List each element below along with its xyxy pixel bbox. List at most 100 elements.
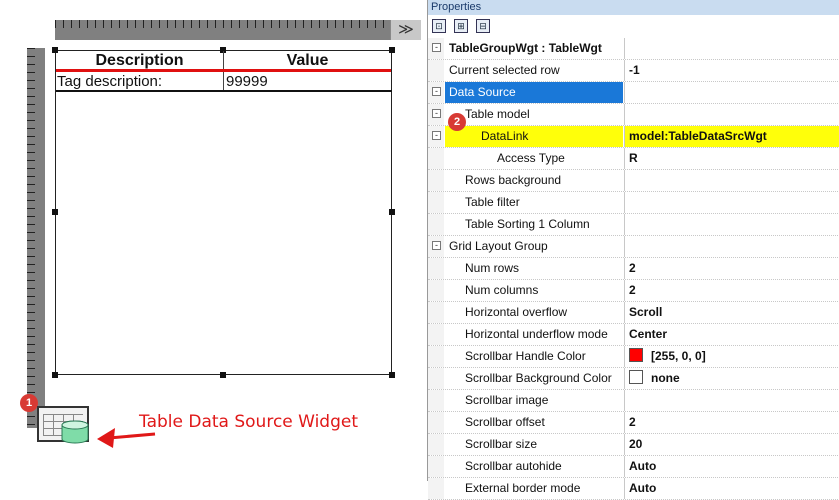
property-name: Scrollbar Handle Color	[465, 349, 586, 363]
property-row[interactable]: Rows background	[428, 170, 839, 192]
step-badge-1: 1	[20, 394, 38, 412]
property-row[interactable]: Scrollbar image	[428, 390, 839, 412]
property-value[interactable]: Auto	[624, 478, 839, 499]
property-value[interactable]: [255, 0, 0]	[624, 346, 839, 367]
design-canvas[interactable]: ≫ Description Value Tag description: 999…	[0, 0, 427, 481]
property-name: Num columns	[465, 283, 539, 297]
resize-handle-ml[interactable]	[52, 209, 58, 215]
property-name: Table filter	[465, 195, 520, 209]
property-value[interactable]: model:TableDataSrcWgt	[624, 126, 839, 147]
table-widget[interactable]	[55, 50, 392, 375]
row-gutter	[428, 346, 444, 367]
panel-title: Properties	[428, 0, 839, 15]
property-row[interactable]: Scrollbar autohide Auto	[428, 456, 839, 478]
row-gutter	[428, 456, 444, 477]
property-row[interactable]: - Data Source	[428, 82, 839, 104]
color-swatch-icon	[629, 348, 643, 362]
property-value[interactable]: Scroll	[624, 302, 839, 323]
property-row[interactable]: - TableGroupWgt : TableWgt	[428, 38, 839, 60]
resize-handle-bl[interactable]	[52, 372, 58, 378]
property-value[interactable]	[624, 170, 839, 191]
horizontal-ruler: ≫	[55, 20, 421, 40]
categorized-icon[interactable]: ⊡	[432, 19, 446, 33]
row-gutter	[428, 148, 444, 169]
row-divider	[56, 90, 392, 92]
row-gutter	[428, 324, 444, 345]
property-name: Current selected row	[449, 63, 560, 77]
property-row[interactable]: Scrollbar offset 2	[428, 412, 839, 434]
property-name: TableGroupWgt : TableWgt	[449, 41, 602, 55]
property-row[interactable]: - Grid Layout Group	[428, 236, 839, 258]
property-value[interactable]: 2	[624, 412, 839, 433]
property-value[interactable]: -1	[624, 60, 839, 81]
ruler-scroll-button[interactable]: ≫	[390, 20, 421, 40]
property-value[interactable]: R	[624, 148, 839, 169]
annotation-label: Table Data Source Widget	[139, 412, 359, 432]
property-row[interactable]: - Table model	[428, 104, 839, 126]
vertical-ruler	[27, 48, 45, 428]
property-row[interactable]: Table Sorting 1 Column	[428, 214, 839, 236]
property-value[interactable]: 2	[624, 280, 839, 301]
property-name: Horizontal underflow mode	[465, 327, 608, 341]
resize-handle-bm[interactable]	[220, 372, 226, 378]
row-gutter	[428, 390, 444, 411]
row-gutter	[428, 478, 444, 499]
property-row[interactable]: Scrollbar Handle Color [255, 0, 0]	[428, 346, 839, 368]
color-swatch-icon	[629, 370, 643, 384]
property-value[interactable]	[624, 390, 839, 411]
property-value[interactable]: Center	[624, 324, 839, 345]
property-row[interactable]: Access Type R	[428, 148, 839, 170]
property-row[interactable]: Scrollbar size 20	[428, 434, 839, 456]
property-name: Table model	[465, 107, 530, 121]
row-gutter	[428, 280, 444, 301]
property-row[interactable]: Num columns 2	[428, 280, 839, 302]
cell-tag-description: Tag description:	[57, 73, 163, 90]
property-value[interactable]	[624, 38, 839, 59]
alphabetical-icon[interactable]: ⊞	[454, 19, 468, 33]
collapse-icon[interactable]: -	[432, 43, 441, 52]
property-value[interactable]: none	[624, 368, 839, 389]
property-value-text: none	[651, 371, 680, 385]
property-value[interactable]	[624, 82, 839, 103]
collapse-icon[interactable]: -	[432, 241, 441, 250]
property-pages-icon[interactable]: ⊟	[476, 19, 490, 33]
property-row[interactable]: Table filter	[428, 192, 839, 214]
property-name: Grid Layout Group	[449, 239, 548, 253]
step-badge-2: 2	[448, 113, 466, 131]
property-value[interactable]	[624, 104, 839, 125]
property-value[interactable]: Auto	[624, 456, 839, 477]
property-row[interactable]: External border mode Auto	[428, 478, 839, 500]
property-name: Scrollbar autohide	[465, 459, 562, 473]
resize-handle-br[interactable]	[389, 372, 395, 378]
property-value[interactable]	[624, 192, 839, 213]
row-gutter	[428, 302, 444, 323]
collapse-icon[interactable]: -	[432, 131, 441, 140]
collapse-icon[interactable]: -	[432, 87, 441, 96]
properties-panel: Properties ⊡ ⊞ ⊟ - TableGroupWgt : TableW…	[427, 0, 839, 500]
property-row[interactable]: Num rows 2	[428, 258, 839, 280]
property-name: DataLink	[445, 126, 623, 147]
property-value[interactable]: 2	[624, 258, 839, 279]
property-value[interactable]	[624, 236, 839, 257]
property-row[interactable]: Current selected row -1	[428, 60, 839, 82]
row-gutter	[428, 434, 444, 455]
resize-handle-mr[interactable]	[389, 209, 395, 215]
property-row[interactable]: Scrollbar Background Color none	[428, 368, 839, 390]
row-gutter	[428, 214, 444, 235]
property-name: Data Source	[445, 82, 623, 103]
column-header-value[interactable]: Value	[224, 51, 391, 71]
header-underline	[56, 69, 391, 72]
properties-toolbar: ⊡ ⊞ ⊟	[428, 15, 839, 37]
property-value[interactable]: 20	[624, 434, 839, 455]
property-row[interactable]: Horizontal underflow mode Center	[428, 324, 839, 346]
column-header-description[interactable]: Description	[56, 51, 223, 71]
property-row[interactable]: - DataLink model:TableDataSrcWgt	[428, 126, 839, 148]
collapse-icon[interactable]: -	[432, 109, 441, 118]
cell-value: 99999	[226, 73, 268, 90]
property-row[interactable]: Horizontal overflow Scroll	[428, 302, 839, 324]
property-value[interactable]	[624, 214, 839, 235]
property-name: External border mode	[465, 481, 581, 495]
property-grid: - TableGroupWgt : TableWgt Current selecte…	[428, 38, 839, 500]
row-gutter	[428, 192, 444, 213]
row-gutter	[428, 412, 444, 433]
